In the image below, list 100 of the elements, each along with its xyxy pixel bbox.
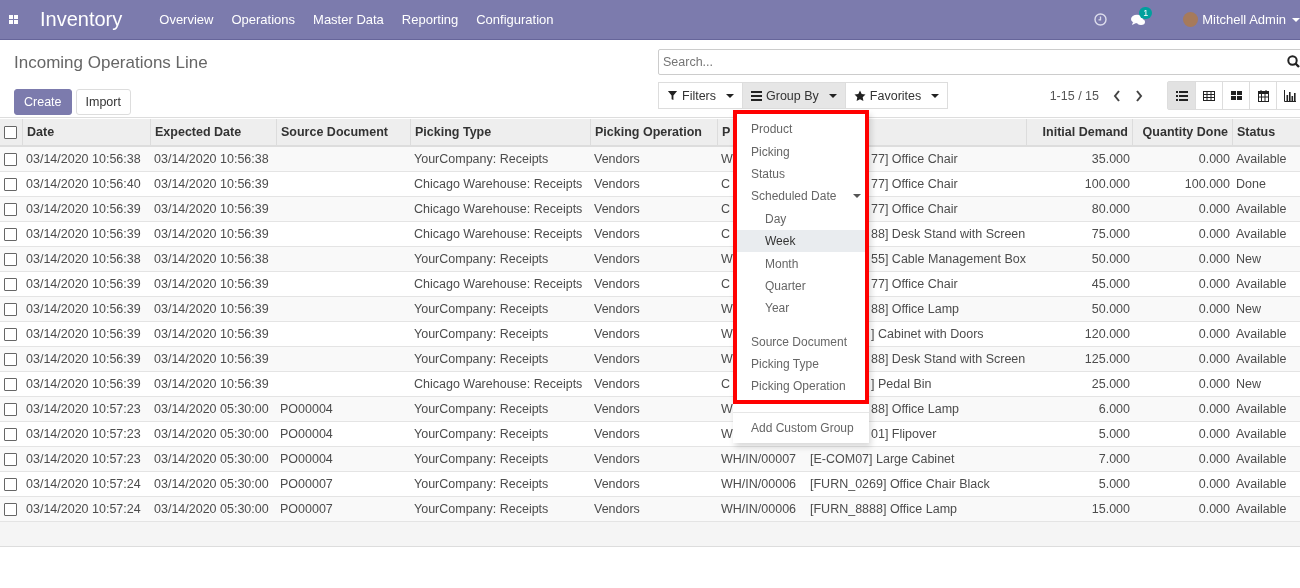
checkbox[interactable] xyxy=(4,352,17,366)
table-cell: 0.000 xyxy=(1198,352,1230,366)
table-cell: 0.000 xyxy=(1198,202,1230,216)
navbar-menu-item[interactable]: Master Data xyxy=(304,12,393,27)
navbar-menu-item[interactable]: Overview xyxy=(150,12,223,27)
navbar-menu-item[interactable]: Reporting xyxy=(392,12,468,27)
table-cell: Chicago Warehouse: Receipts xyxy=(414,377,583,391)
table-cell: Available xyxy=(1236,502,1287,516)
table-cell: 03/14/2020 10:56:38 xyxy=(154,252,269,266)
group-by-option[interactable]: Picking xyxy=(737,140,865,163)
table-cell: 0.000 xyxy=(1198,277,1230,291)
table-cell: W xyxy=(721,327,733,341)
table-cell: 77] Office Chair xyxy=(871,177,958,191)
table-cell: 88] Office Lamp xyxy=(871,302,959,316)
table-cell: 03/14/2020 10:57:23 xyxy=(26,452,141,466)
checkbox[interactable] xyxy=(4,152,17,166)
table-cell: 88] Desk Stand with Screen xyxy=(871,352,1026,366)
table-cell: YourCompany: Receipts xyxy=(414,302,549,316)
pager-value: 1-15 / 15 xyxy=(1049,88,1099,103)
table-cell: 0.000 xyxy=(1198,427,1230,441)
checkbox[interactable] xyxy=(4,452,17,466)
table-cell: Done xyxy=(1236,177,1266,191)
table-cell: W xyxy=(721,302,733,316)
navbar-menu-item[interactable]: Configuration xyxy=(467,12,563,27)
table-cell: 01] Flipover xyxy=(871,427,937,441)
checkbox[interactable] xyxy=(4,302,17,316)
table-cell: Available xyxy=(1236,402,1287,416)
group-by-button[interactable]: Group By xyxy=(742,82,846,109)
group-by-option[interactable]: Year xyxy=(737,297,865,320)
table-cell: Available xyxy=(1236,427,1287,441)
column-header[interactable]: P xyxy=(722,125,731,139)
table-cell: PO00007 xyxy=(280,502,333,516)
table-cell: 03/14/2020 10:56:39 xyxy=(154,277,269,291)
group-by-option[interactable]: Scheduled Date xyxy=(737,185,865,208)
checkbox[interactable] xyxy=(4,402,17,416)
table-cell: Available xyxy=(1236,277,1287,291)
table-cell: 03/14/2020 10:56:39 xyxy=(26,227,141,241)
column-header[interactable]: Picking Type xyxy=(415,125,492,139)
create-button[interactable]: Create xyxy=(14,89,72,115)
table-cell: 03/14/2020 10:56:39 xyxy=(26,352,141,366)
checkbox[interactable] xyxy=(4,277,17,291)
table-cell: YourCompany: Receipts xyxy=(414,352,549,366)
table-cell: 50.000 xyxy=(1091,302,1130,316)
checkbox[interactable] xyxy=(4,427,17,441)
group-by-option[interactable]: Picking Operation xyxy=(737,375,865,398)
column-header[interactable]: Expected Date xyxy=(155,125,242,139)
checkbox[interactable] xyxy=(4,477,17,491)
checkbox[interactable] xyxy=(4,125,17,139)
group-by-option[interactable]: Week xyxy=(737,229,865,253)
clock-icon[interactable] xyxy=(1094,13,1108,26)
table-cell: Vendors xyxy=(594,152,640,166)
group-by-option[interactable]: Product xyxy=(737,118,865,141)
table-cell: PO00004 xyxy=(280,452,333,466)
user-menu[interactable]: Mitchell Admin xyxy=(1202,12,1300,27)
navbar-menu-item[interactable]: Operations xyxy=(222,12,305,27)
checkbox[interactable] xyxy=(4,377,17,391)
checkbox[interactable] xyxy=(4,327,17,341)
table-cell: WH/IN/00007 xyxy=(721,452,797,466)
column-header[interactable]: Source Document xyxy=(281,125,388,139)
table-cell: Vendors xyxy=(594,402,640,416)
table-cell: 03/14/2020 10:56:39 xyxy=(154,327,269,341)
group-by-option[interactable]: Picking Type xyxy=(737,352,865,376)
checkbox[interactable] xyxy=(4,202,17,216)
import-button[interactable]: Import xyxy=(75,89,131,115)
filter-icon xyxy=(667,90,678,101)
checkbox[interactable] xyxy=(4,252,17,266)
group-by-option[interactable]: Day xyxy=(737,207,865,230)
table-cell: 0.000 xyxy=(1198,402,1230,416)
table-cell: WH/IN/00006 xyxy=(721,477,797,491)
view-switch-button[interactable] xyxy=(1168,82,1195,109)
checkbox[interactable] xyxy=(4,177,17,191)
column-header[interactable]: Status xyxy=(1237,125,1276,139)
table-cell: 03/14/2020 10:57:24 xyxy=(26,502,141,516)
apps-menu-button[interactable] xyxy=(9,15,18,24)
group-by-option[interactable]: Month xyxy=(737,252,865,275)
table-cell: 100.000 xyxy=(1184,177,1230,191)
table-cell: C xyxy=(721,177,731,191)
checkbox[interactable] xyxy=(4,227,17,241)
group-by-option[interactable]: Status xyxy=(737,162,865,186)
filters-button[interactable]: Filters xyxy=(658,82,744,109)
group-by-option[interactable]: Source Document xyxy=(737,330,865,353)
caret-icon xyxy=(931,93,940,98)
app-title[interactable]: Inventory xyxy=(40,8,123,31)
table-cell: Available xyxy=(1236,152,1287,166)
table-cell: 77] Office Chair xyxy=(871,152,958,166)
add-custom-group-option[interactable]: Add Custom Group xyxy=(733,416,869,439)
column-header[interactable]: Initial Demand xyxy=(1042,125,1128,139)
table-cell: 03/14/2020 10:56:39 xyxy=(154,202,269,216)
checkbox[interactable] xyxy=(4,502,17,516)
table-cell: YourCompany: Receipts xyxy=(414,427,549,441)
search-field[interactable]: Search... xyxy=(658,49,1300,75)
column-header[interactable]: Quantity Done xyxy=(1142,125,1228,139)
table-cell: 03/14/2020 10:56:39 xyxy=(26,202,141,216)
column-header[interactable]: Date xyxy=(27,125,55,139)
table-cell: New xyxy=(1236,252,1261,266)
favorites-button[interactable]: Favorites xyxy=(844,82,949,109)
table-cell: ] Cabinet with Doors xyxy=(871,327,984,341)
table-cell: 03/14/2020 10:56:39 xyxy=(154,302,269,316)
group-by-option[interactable]: Quarter xyxy=(737,274,865,298)
column-header[interactable]: Picking Operation xyxy=(595,125,702,139)
